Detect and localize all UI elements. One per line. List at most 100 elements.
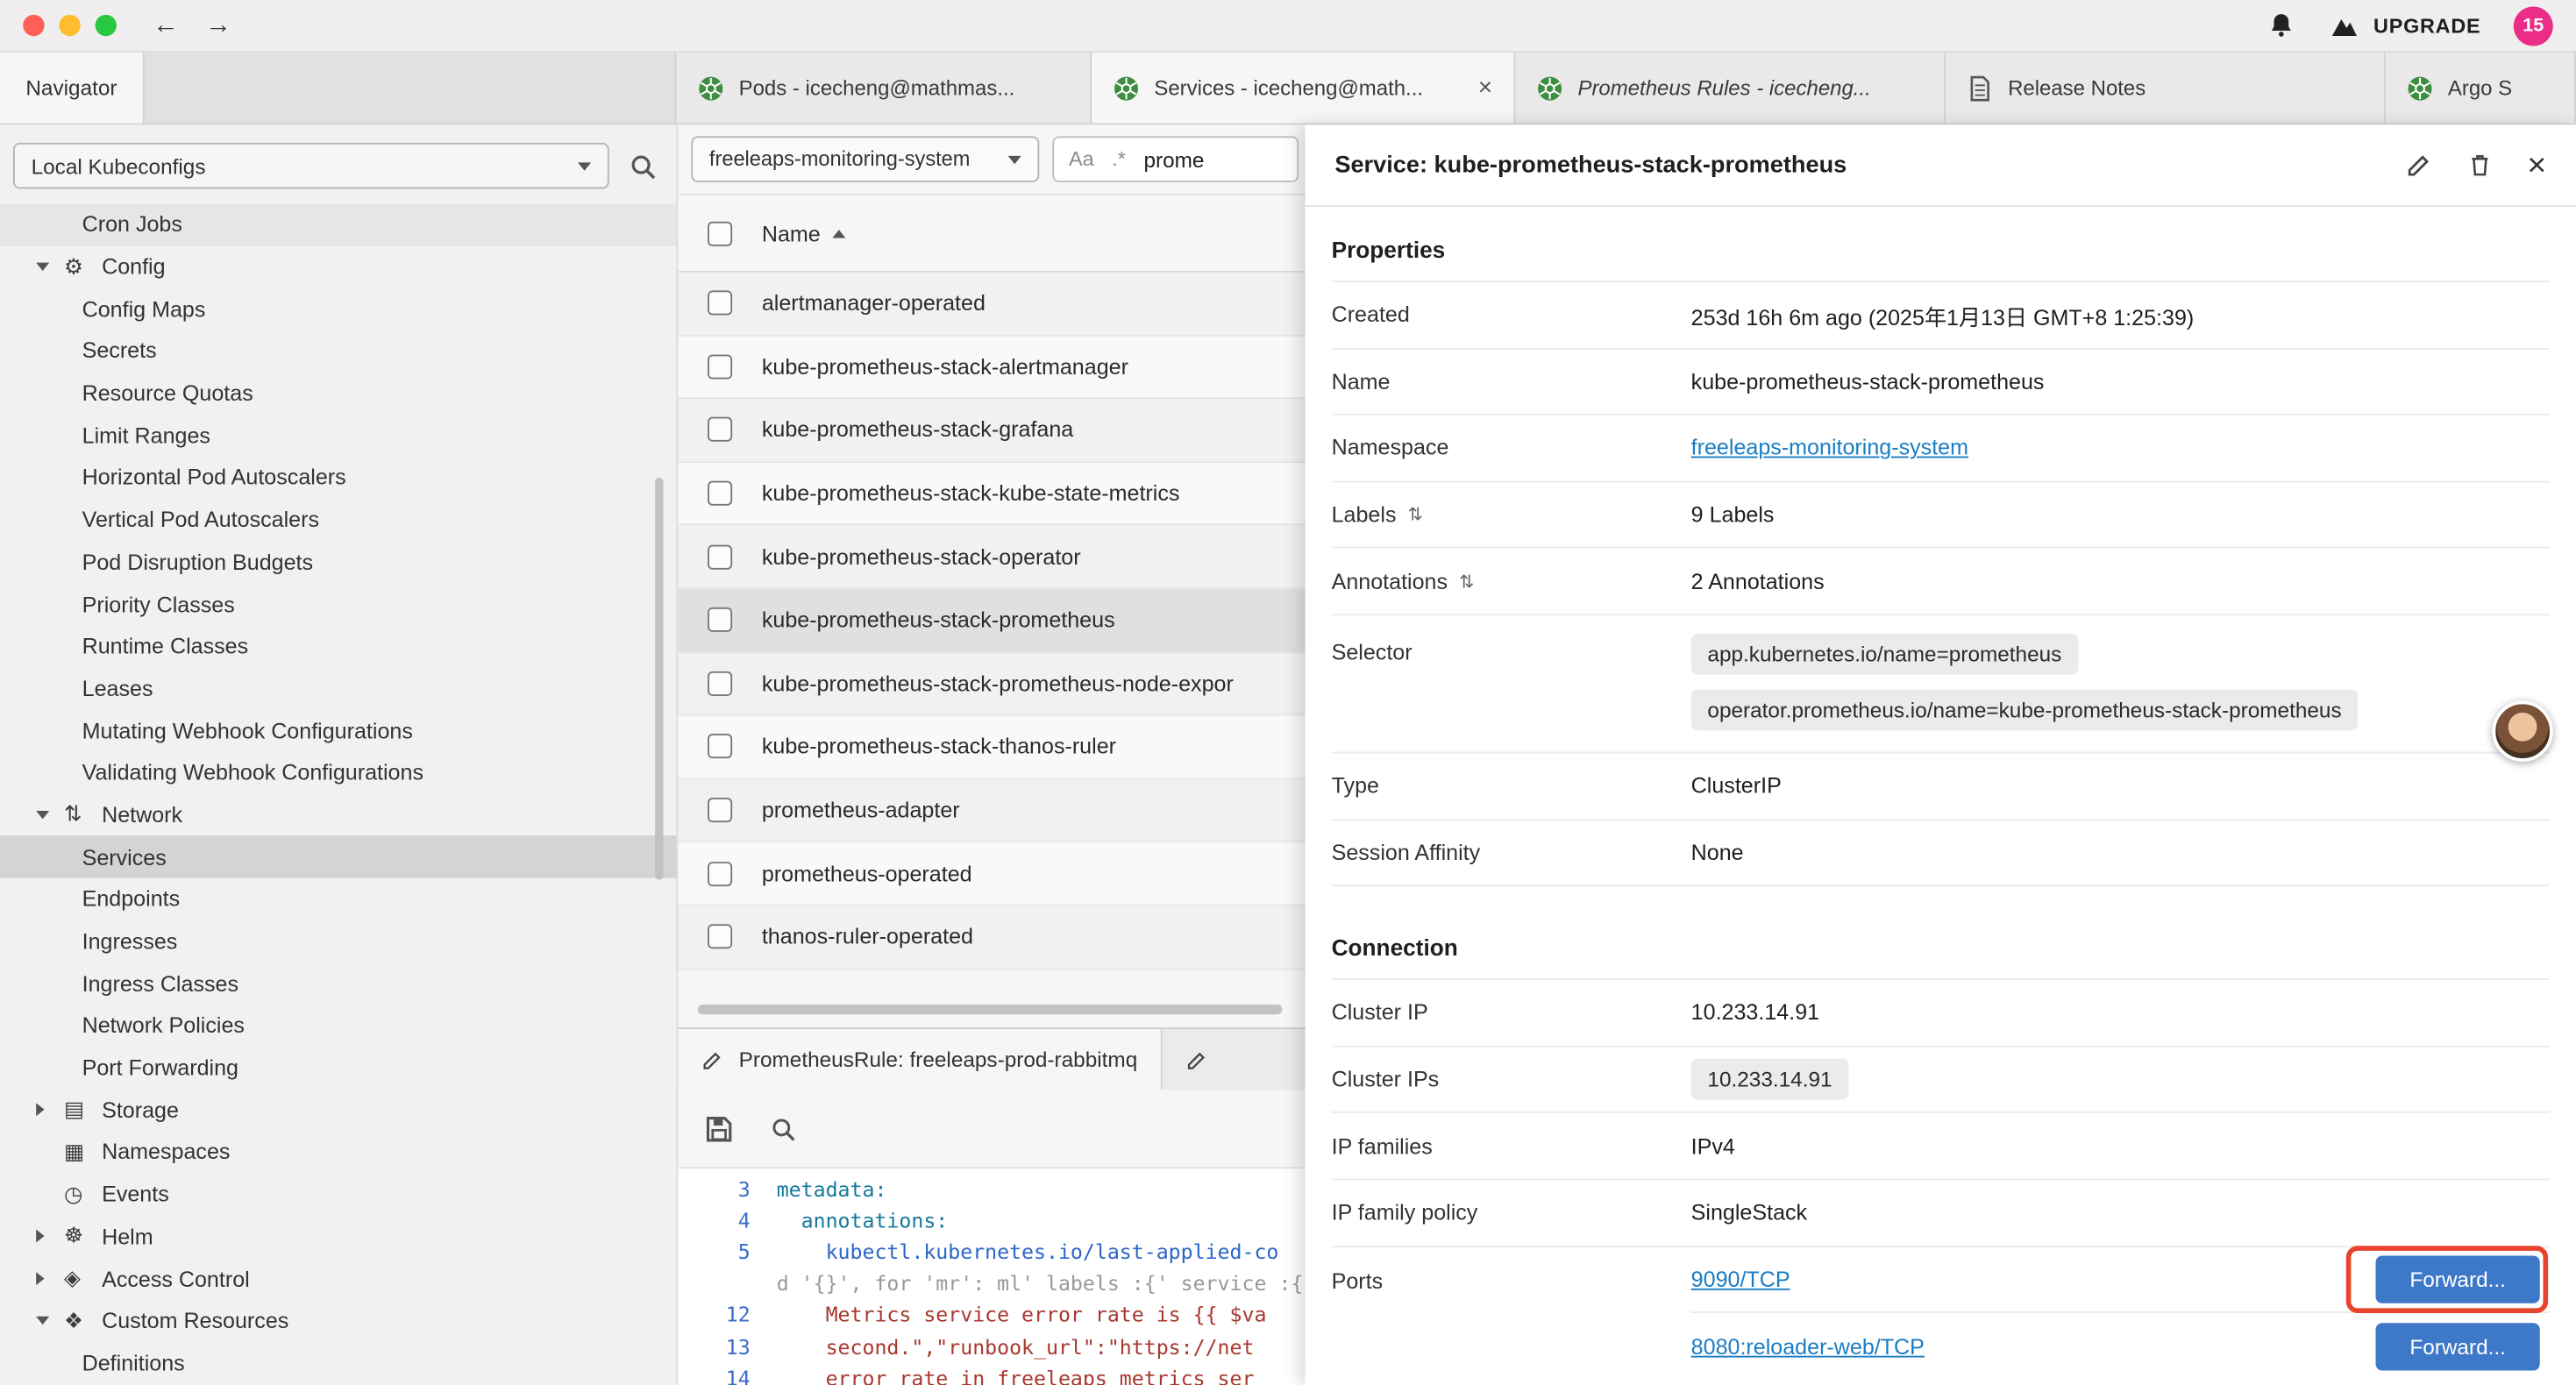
chevron-right-icon[interactable] — [36, 1104, 64, 1117]
sidebar-item-network[interactable]: ⇅Network — [0, 794, 676, 836]
close-tab-icon[interactable]: × — [1473, 74, 1498, 102]
row-checkbox[interactable] — [708, 925, 732, 949]
sidebar-item-limit-ranges[interactable]: Limit Ranges — [0, 415, 676, 457]
sidebar-item-label: Vertical Pod Autoscalers — [82, 508, 319, 532]
sidebar-item-network-policies[interactable]: Network Policies — [0, 1005, 676, 1047]
sidebar-item-horizontal-pod-autoscalers[interactable]: Horizontal Pod Autoscalers — [0, 457, 676, 499]
expand-toggle-icon[interactable]: ⇅ — [1459, 571, 1474, 592]
sidebar-item-definitions[interactable]: Definitions — [0, 1342, 676, 1384]
sidebar-item-cron-jobs[interactable]: Cron Jobs — [0, 203, 676, 245]
minimize-window-button[interactable] — [59, 15, 80, 36]
chevron-right-icon[interactable] — [36, 1272, 64, 1285]
sidebar-item-ingress-classes[interactable]: Ingress Classes — [0, 962, 676, 1005]
regex-toggle[interactable]: .* — [1112, 148, 1126, 171]
select-all-checkbox[interactable] — [708, 221, 732, 245]
close-icon[interactable]: × — [2527, 148, 2546, 181]
upgrade-button[interactable]: UPGRADE — [2328, 13, 2481, 38]
tab-label: Prometheus Rules - icecheng... — [1577, 75, 1870, 100]
tab-services-icecheng-math[interactable]: Services - icecheng@math...× — [1092, 53, 1515, 124]
sidebar-item-events[interactable]: ◷Events — [0, 1173, 676, 1215]
sidebar-item-label: Network Policies — [82, 1013, 245, 1038]
delete-icon[interactable] — [2466, 151, 2494, 179]
session-affinity-row: Session Affinity None — [1332, 820, 2550, 886]
kubeconfig-selector[interactable]: Local Kubeconfigs — [13, 143, 609, 188]
config-icon: ⚙ — [64, 253, 102, 280]
sidebar-item-port-forwarding[interactable]: Port Forwarding — [0, 1047, 676, 1089]
forward-arrow-icon[interactable]: → — [205, 12, 231, 39]
dock-tab-prometheusrule[interactable]: PrometheusRule: freeleaps-prod-rabbitmq — [678, 1029, 1162, 1090]
row-checkbox[interactable] — [708, 671, 732, 696]
table-search-input[interactable]: Aa .* prome — [1052, 136, 1299, 181]
service-name: alertmanager-operated — [762, 291, 986, 316]
sidebar-item-config[interactable]: ⚙Config — [0, 245, 676, 288]
sidebar-item-resource-quotas[interactable]: Resource Quotas — [0, 373, 676, 415]
expand-toggle-icon[interactable]: ⇅ — [1408, 504, 1423, 525]
tab-argo-s[interactable]: Argo S — [2386, 53, 2576, 124]
user-avatar[interactable] — [2492, 701, 2552, 762]
row-value: SingleStack — [1691, 1200, 1807, 1225]
back-arrow-icon[interactable]: ← — [153, 12, 179, 39]
notification-count-badge[interactable]: 15 — [2514, 6, 2553, 46]
row-checkbox[interactable] — [708, 798, 732, 822]
sidebar-item-validating-webhook-configurations[interactable]: Validating Webhook Configurations — [0, 751, 676, 793]
helm-icon: ☸ — [64, 1224, 102, 1250]
row-label: Type — [1332, 773, 1691, 798]
save-icon[interactable] — [704, 1113, 734, 1143]
sidebar-item-services[interactable]: Services — [0, 836, 676, 878]
sidebar-item-access-control[interactable]: ◈Access Control — [0, 1258, 676, 1300]
sidebar-item-helm[interactable]: ☸Helm — [0, 1216, 676, 1258]
edit-icon[interactable] — [2406, 151, 2434, 179]
sidebar-item-storage[interactable]: ▤Storage — [0, 1089, 676, 1131]
sidebar-item-ingresses[interactable]: Ingresses — [0, 920, 676, 962]
row-checkbox[interactable] — [708, 418, 732, 443]
name-column-header[interactable]: Name — [762, 221, 845, 245]
sidebar-item-mutating-webhook-configurations[interactable]: Mutating Webhook Configurations — [0, 709, 676, 751]
port-link[interactable]: 8080:reloader-web/TCP — [1691, 1334, 1925, 1359]
tab-prometheus-rules-icecheng[interactable]: Prometheus Rules - icecheng... — [1515, 53, 1946, 124]
chevron-down-icon[interactable] — [36, 263, 64, 271]
close-window-button[interactable] — [23, 15, 44, 36]
row-value: 9 Labels — [1691, 502, 1775, 527]
maximize-window-button[interactable] — [96, 15, 117, 36]
forward-button[interactable]: Forward... — [2376, 1255, 2540, 1303]
navigator-tab[interactable]: Navigator — [0, 53, 145, 124]
sidebar-item-secrets[interactable]: Secrets — [0, 330, 676, 372]
ip-families-row: IP families IPv4 — [1332, 1113, 2550, 1180]
sidebar-item-priority-classes[interactable]: Priority Classes — [0, 583, 676, 625]
port-link[interactable]: 9090/TCP — [1691, 1267, 1790, 1291]
sidebar-item-runtime-classes[interactable]: Runtime Classes — [0, 625, 676, 667]
row-checkbox[interactable] — [708, 291, 732, 316]
chevron-down-icon[interactable] — [36, 1317, 64, 1325]
sidebar-item-pod-disruption-budgets[interactable]: Pod Disruption Budgets — [0, 541, 676, 583]
row-label: Ports — [1332, 1246, 1691, 1380]
sidebar-item-endpoints[interactable]: Endpoints — [0, 878, 676, 920]
sidebar-item-vertical-pod-autoscalers[interactable]: Vertical Pod Autoscalers — [0, 499, 676, 541]
tab-release-notes[interactable]: Release Notes — [1946, 53, 2386, 124]
notifications-bell-icon[interactable] — [2266, 11, 2295, 39]
sidebar-item-leases[interactable]: Leases — [0, 667, 676, 709]
sidebar-item-label: Helm — [102, 1225, 153, 1249]
row-checkbox[interactable] — [708, 481, 732, 506]
namespace-filter-select[interactable]: freeleaps-monitoring-system — [691, 136, 1039, 181]
forward-button[interactable]: Forward... — [2376, 1323, 2540, 1370]
chevron-down-icon[interactable] — [36, 811, 64, 819]
row-checkbox[interactable] — [708, 735, 732, 759]
search-icon[interactable] — [770, 1115, 796, 1141]
row-checkbox[interactable] — [708, 861, 732, 885]
cluster-ip-badge: 10.233.14.91 — [1691, 1059, 1849, 1100]
sidebar-search-icon[interactable] — [629, 152, 657, 180]
sidebar-scrollbar[interactable] — [655, 478, 663, 880]
namespace-link[interactable]: freeleaps-monitoring-system — [1691, 436, 1968, 460]
tab-pods-icecheng-mathmas[interactable]: Pods - icecheng@mathmas... — [676, 53, 1092, 124]
kubernetes-icon — [1114, 75, 1140, 101]
row-checkbox[interactable] — [708, 544, 732, 569]
sidebar-item-custom-resources[interactable]: ❖Custom Resources — [0, 1300, 676, 1342]
horizontal-scrollbar[interactable] — [698, 1005, 1283, 1014]
sidebar-item-config-maps[interactable]: Config Maps — [0, 288, 676, 330]
line-number: 3 — [678, 1177, 750, 1202]
row-checkbox[interactable] — [708, 354, 732, 379]
match-case-toggle[interactable]: Aa — [1069, 148, 1094, 171]
chevron-right-icon[interactable] — [36, 1230, 64, 1243]
row-checkbox[interactable] — [708, 607, 732, 632]
sidebar-item-namespaces[interactable]: ▦Namespaces — [0, 1131, 676, 1173]
